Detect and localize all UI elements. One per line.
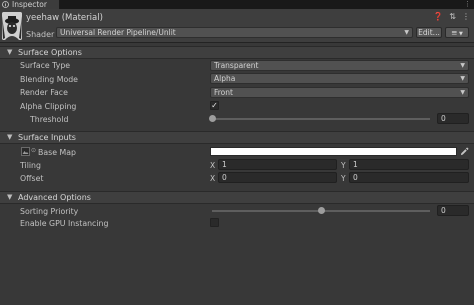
chevron-down-icon: ▼ (460, 62, 465, 69)
gpu-instancing-label: Enable GPU Instancing (20, 219, 109, 228)
material-menu-button[interactable]: ≡ ▼ (445, 27, 469, 38)
settings-sliders-icon[interactable]: ⇅ (449, 12, 456, 21)
sorting-priority-value-field[interactable]: 0 (437, 205, 469, 216)
gpu-instancing-checkbox[interactable] (210, 218, 219, 227)
header-icons: ❓ ⇅ ⋮ (427, 12, 470, 21)
kebab-menu-icon[interactable]: ⋮ (464, 0, 471, 9)
help-icon[interactable]: ❓ (433, 12, 443, 21)
alpha-clipping-label: Alpha Clipping (20, 102, 77, 111)
tab-bar: Inspector ⋮ (0, 0, 474, 9)
threshold-value-field[interactable]: 0 (437, 113, 469, 124)
tab-inspector[interactable]: Inspector (0, 0, 60, 9)
material-header: yeehaw (Material) ❓ ⇅ ⋮ Shader Universal R… (0, 9, 474, 43)
tiling-y-field[interactable]: 1 (349, 159, 469, 170)
section-advanced-options[interactable]: ▼ Advanced Options (0, 191, 474, 204)
eyedropper-icon[interactable] (460, 147, 469, 156)
sorting-priority-label: Sorting Priority (20, 207, 79, 216)
chevron-down-icon: ▼ (7, 48, 13, 56)
blending-mode-value: Alpha (214, 74, 236, 83)
base-map-color-field[interactable] (210, 147, 457, 156)
info-icon (2, 1, 9, 8)
section-title: Surface Inputs (18, 133, 76, 142)
offset-y-label[interactable]: Y (341, 174, 346, 183)
tiling-y-label[interactable]: Y (341, 161, 346, 170)
section-title: Advanced Options (18, 193, 91, 202)
surface-type-dropdown[interactable]: Transparent ▼ (210, 60, 469, 71)
section-surface-inputs[interactable]: ▼ Surface Inputs (0, 131, 474, 144)
kebab-menu-icon[interactable]: ⋮ (462, 12, 470, 21)
material-title: yeehaw (Material) (26, 13, 103, 23)
texture-slot-icon[interactable] (21, 147, 30, 156)
threshold-slider-track[interactable] (212, 118, 430, 120)
chevron-down-icon: ▼ (404, 29, 409, 36)
sorting-priority-slider-handle[interactable] (317, 207, 325, 214)
tiling-x-field[interactable]: 1 (218, 159, 337, 170)
surface-type-label: Surface Type (20, 61, 71, 70)
shader-value: Universal Render Pipeline/Unlit (60, 28, 176, 37)
base-map-label: Base Map (38, 148, 76, 157)
threshold-slider-handle[interactable] (208, 115, 216, 122)
render-face-label: Render Face (20, 88, 68, 97)
material-preview-thumbnail (2, 12, 22, 40)
tiling-x-label[interactable]: X (210, 161, 215, 170)
offset-x-field[interactable]: 0 (218, 172, 337, 183)
tiling-label: Tiling (20, 161, 41, 170)
threshold-label: Threshold (30, 115, 69, 124)
texture-picker-icon[interactable]: ⊙ (31, 147, 36, 154)
alpha-clipping-checkbox[interactable]: ✓ (210, 101, 219, 110)
shader-label: Shader (26, 30, 55, 39)
shader-dropdown[interactable]: Universal Render Pipeline/Unlit ▼ (56, 27, 413, 38)
tab-label: Inspector (12, 0, 47, 9)
render-face-dropdown[interactable]: Front ▼ (210, 87, 469, 98)
blending-mode-dropdown[interactable]: Alpha ▼ (210, 73, 469, 84)
chevron-down-icon: ▼ (7, 193, 13, 201)
section-surface-options[interactable]: ▼ Surface Options (0, 46, 474, 59)
checkmark-icon: ✓ (211, 101, 218, 110)
section-title: Surface Options (18, 48, 82, 57)
render-face-value: Front (214, 88, 233, 97)
offset-y-field[interactable]: 0 (349, 172, 469, 183)
offset-x-label[interactable]: X (210, 174, 215, 183)
chevron-down-icon: ▼ (460, 89, 465, 96)
offset-label: Offset (20, 174, 44, 183)
chevron-down-icon: ▼ (460, 75, 465, 82)
chevron-down-icon: ▼ (7, 133, 13, 141)
surface-type-value: Transparent (214, 61, 259, 70)
edit-shader-button[interactable]: Edit... (416, 27, 442, 38)
blending-mode-label: Blending Mode (20, 75, 78, 84)
